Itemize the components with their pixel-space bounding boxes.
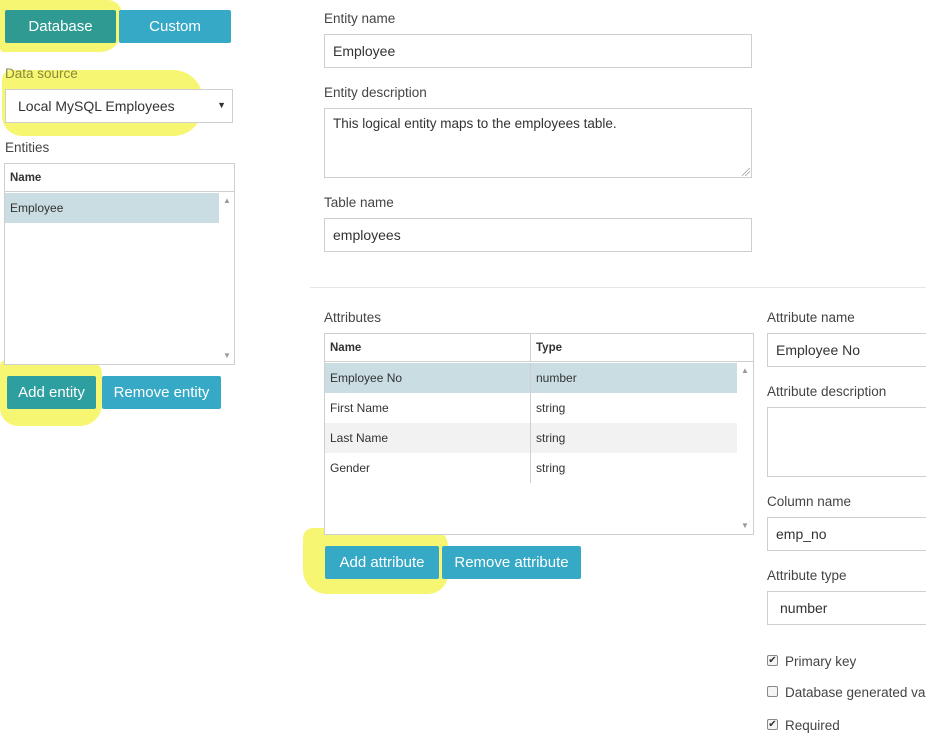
attribute-row[interactable]: Employee No number bbox=[325, 363, 737, 393]
attributes-scrollbar[interactable]: ▲ ▼ bbox=[738, 363, 752, 534]
entity-row[interactable]: Employee bbox=[5, 193, 219, 223]
add-entity-button[interactable]: Add entity bbox=[7, 376, 96, 409]
required-label: Required bbox=[785, 718, 840, 733]
attribute-type-select[interactable]: number bbox=[767, 591, 926, 625]
add-attribute-button[interactable]: Add attribute bbox=[325, 546, 439, 579]
table-name-input[interactable]: employees bbox=[324, 218, 752, 252]
resize-handle-icon[interactable] bbox=[742, 168, 750, 176]
attribute-type-cell: string bbox=[536, 431, 566, 445]
attributes-label: Attributes bbox=[324, 310, 382, 325]
primary-key-checkbox[interactable]: ✔ bbox=[767, 655, 778, 666]
remove-entity-button[interactable]: Remove entity bbox=[102, 376, 221, 409]
table-name-label: Table name bbox=[324, 195, 394, 210]
attribute-name-cell: Gender bbox=[325, 453, 531, 483]
data-source-label: Data source bbox=[5, 66, 78, 81]
attribute-type-cell: string bbox=[536, 461, 566, 475]
entities-scrollbar[interactable]: ▲ ▼ bbox=[220, 193, 234, 364]
data-source-select[interactable]: Local MySQL Employees ▼ bbox=[5, 89, 233, 123]
db-generated-checkbox[interactable] bbox=[767, 686, 778, 697]
attribute-description-textarea[interactable] bbox=[767, 407, 926, 477]
custom-tab[interactable]: Custom bbox=[119, 10, 231, 43]
attribute-name-input[interactable]: Employee No bbox=[767, 333, 926, 367]
entities-name-header: Name bbox=[5, 164, 234, 192]
scroll-up-icon[interactable]: ▲ bbox=[741, 367, 749, 375]
entity-description-value: This logical entity maps to the employee… bbox=[333, 116, 617, 131]
attribute-row[interactable]: First Name string bbox=[325, 393, 737, 423]
entity-name-cell: Employee bbox=[10, 201, 64, 215]
entity-description-textarea[interactable]: This logical entity maps to the employee… bbox=[324, 108, 752, 178]
attribute-name-cell: Employee No bbox=[325, 363, 531, 393]
entity-description-label: Entity description bbox=[324, 85, 427, 100]
data-source-value: Local MySQL Employees bbox=[18, 98, 175, 114]
attribute-row[interactable]: Last Name string bbox=[325, 423, 737, 453]
section-divider bbox=[310, 287, 926, 288]
remove-attribute-button[interactable]: Remove attribute bbox=[442, 546, 581, 579]
required-checkbox[interactable]: ✔ bbox=[767, 719, 778, 730]
dropdown-arrow-icon: ▼ bbox=[217, 100, 226, 110]
attributes-name-header: Name bbox=[325, 334, 531, 362]
attribute-type-cell: number bbox=[536, 371, 577, 385]
attribute-type-label: Attribute type bbox=[767, 568, 847, 583]
database-tab[interactable]: Database bbox=[5, 10, 116, 43]
scroll-up-icon[interactable]: ▲ bbox=[223, 197, 231, 205]
entities-table: Name Employee ▲ ▼ bbox=[4, 163, 235, 365]
attribute-type-cell: string bbox=[536, 401, 566, 415]
column-name-input[interactable]: emp_no bbox=[767, 517, 926, 551]
primary-key-label: Primary key bbox=[785, 654, 857, 669]
scroll-down-icon[interactable]: ▼ bbox=[223, 352, 231, 360]
attribute-name-cell: First Name bbox=[325, 393, 531, 423]
attribute-description-label: Attribute description bbox=[767, 384, 887, 399]
scroll-down-icon[interactable]: ▼ bbox=[741, 522, 749, 530]
attributes-type-header: Type bbox=[531, 334, 753, 362]
db-generated-label: Database generated va bbox=[785, 685, 926, 700]
attributes-table: Name Type Employee No number First Name … bbox=[324, 333, 754, 535]
column-name-label: Column name bbox=[767, 494, 852, 509]
attribute-name-cell: Last Name bbox=[325, 423, 531, 453]
entities-label: Entities bbox=[5, 140, 50, 155]
attribute-row[interactable]: Gender string bbox=[325, 453, 737, 483]
attribute-name-label: Attribute name bbox=[767, 310, 855, 325]
entity-name-label: Entity name bbox=[324, 11, 396, 26]
entity-name-input[interactable]: Employee bbox=[324, 34, 752, 68]
